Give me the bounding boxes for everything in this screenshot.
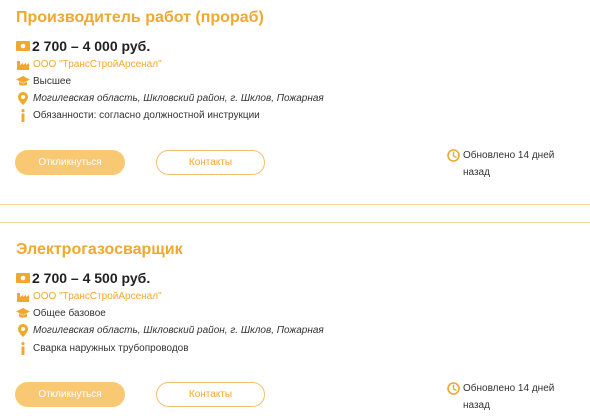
info-icon (16, 108, 30, 122)
salary-value: 2 700 – 4 500 руб. (32, 270, 151, 286)
address-row: Могилевская область, Шкловский район, г.… (16, 323, 324, 337)
company-row: ООО "ТрансСтройАрсенал" (16, 57, 162, 71)
contacts-button[interactable]: Контакты (156, 382, 265, 407)
graduation-cap-icon (16, 74, 30, 88)
education-row: Общее базовое (16, 306, 106, 320)
vacancy-card: Электрогазосварщик 2 700 – 4 500 руб. ОО… (0, 225, 590, 420)
location-pin-icon (16, 91, 30, 105)
updated-line-2: назад (463, 400, 490, 411)
vacancy-title[interactable]: Производитель работ (прораб) (16, 9, 264, 27)
clock-icon (446, 148, 460, 162)
salary-row: 2 700 – 4 500 руб. (16, 270, 150, 286)
updated-info: Обновлено 14 дней назад (446, 147, 576, 181)
contacts-button[interactable]: Контакты (156, 150, 265, 175)
respond-button[interactable]: Откликнуться (15, 382, 125, 407)
info-text: Обязанности: согласно должностной инстру… (33, 109, 260, 121)
location-pin-icon (16, 323, 30, 337)
updated-text: Обновлено 14 дней назад (463, 380, 554, 414)
factory-icon (16, 289, 30, 303)
updated-info: Обновлено 14 дней назад (446, 380, 576, 414)
info-row: Сварка наружных трубопроводов (16, 341, 189, 355)
vacancy-card: Производитель работ (прораб) 2 700 – 4 0… (0, 0, 590, 204)
education-text: Общее базовое (33, 307, 106, 319)
address-row: Могилевская область, Шкловский район, г.… (16, 91, 324, 105)
updated-text: Обновлено 14 дней назад (463, 147, 554, 181)
money-icon (16, 271, 30, 285)
info-row: Обязанности: согласно должностной инстру… (16, 108, 260, 122)
education-text: Высшее (33, 75, 72, 87)
info-icon (16, 341, 30, 355)
updated-line-2: назад (463, 167, 490, 178)
clock-icon (446, 381, 460, 395)
card-divider (0, 204, 590, 205)
company-row: ООО "ТрансСтройАрсенал" (16, 289, 162, 303)
education-row: Высшее (16, 74, 71, 88)
address-text: Могилевская область, Шкловский район, г.… (33, 92, 324, 104)
factory-icon (16, 57, 30, 71)
salary-value: 2 700 – 4 000 руб. (32, 38, 151, 54)
money-icon (16, 39, 30, 53)
address-text: Могилевская область, Шкловский район, г.… (33, 324, 324, 336)
vacancy-title[interactable]: Электрогазосварщик (16, 241, 183, 259)
updated-line-1: Обновлено 14 дней (463, 383, 555, 394)
salary-row: 2 700 – 4 000 руб. (16, 38, 150, 54)
card-divider (0, 222, 590, 223)
company-link[interactable]: ООО "ТрансСтройАрсенал" (33, 59, 162, 70)
respond-button[interactable]: Откликнуться (15, 150, 125, 175)
company-link[interactable]: ООО "ТрансСтройАрсенал" (33, 291, 162, 302)
graduation-cap-icon (16, 306, 30, 320)
info-text: Сварка наружных трубопроводов (33, 342, 189, 354)
updated-line-1: Обновлено 14 дней (463, 150, 555, 161)
